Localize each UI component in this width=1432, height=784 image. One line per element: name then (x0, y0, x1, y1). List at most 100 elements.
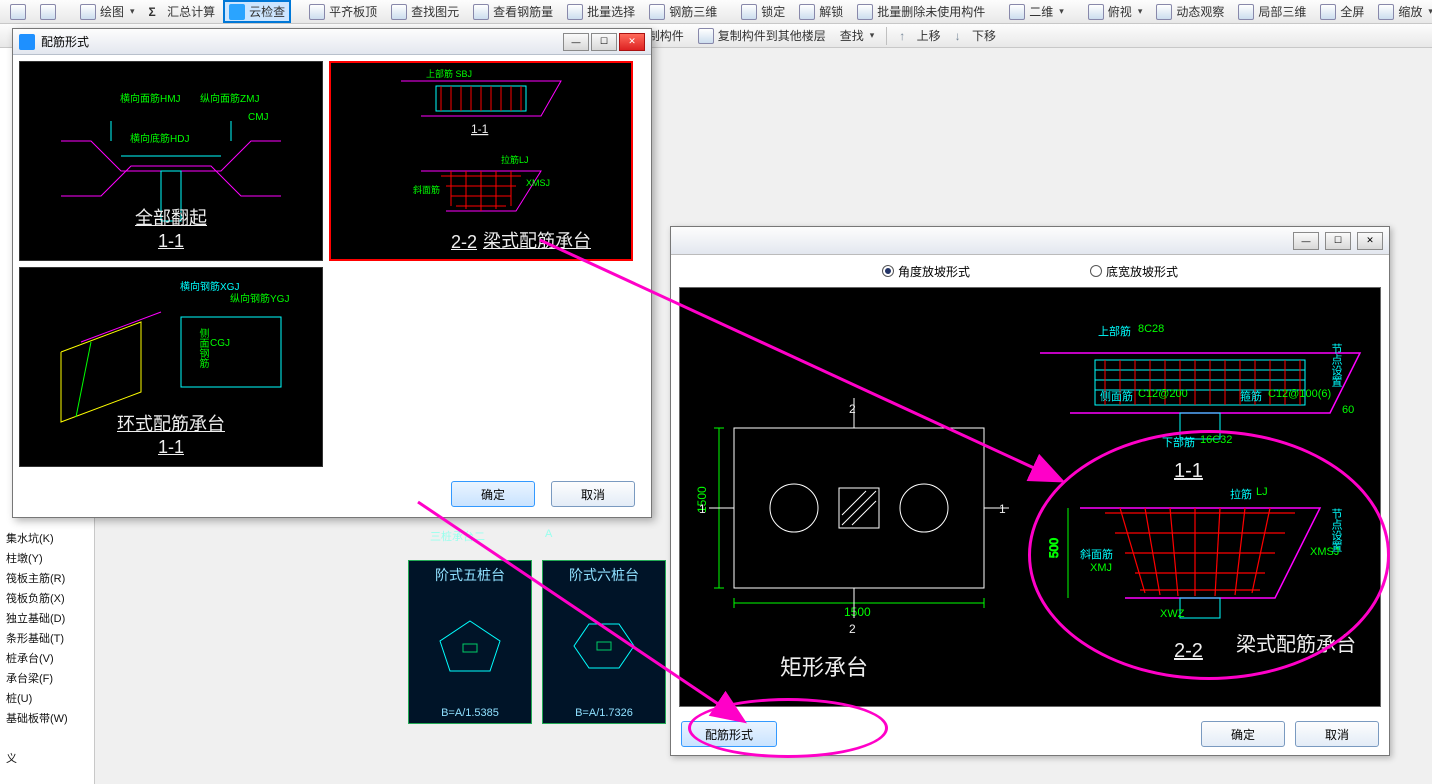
lock-icon (741, 4, 757, 20)
3d-icon (649, 4, 665, 20)
svg-text:1: 1 (699, 502, 706, 516)
value-stirrup[interactable]: C12@100(6) (1268, 388, 1331, 400)
tool-redo[interactable] (36, 3, 60, 21)
label-right-title: 梁式配筋承台 (1236, 628, 1356, 657)
tool-move-down[interactable]: ↓ 下移 (951, 26, 1000, 45)
find-icon (391, 4, 407, 20)
value-upper-bar[interactable]: 8C28 (1138, 323, 1164, 335)
close-button[interactable]: ✕ (619, 33, 645, 51)
tool-fullscreen[interactable]: 全屏 (1316, 2, 1368, 21)
tool-find[interactable]: 查找 (836, 26, 879, 45)
value-side-bar[interactable]: C12@200 (1138, 388, 1188, 400)
sidebar-item[interactable]: 条形基础(T) (0, 628, 94, 648)
thumb-option-1[interactable]: 横向面筋HMJ 纵向面筋ZMJ 横向底筋HDJ CMJ 全部翻起 1-1 (19, 61, 323, 261)
value-lower-bar[interactable]: 16C32 (1200, 434, 1232, 446)
mini-bottom: B=A/1.7326 (575, 707, 633, 719)
redo-icon (40, 4, 56, 20)
sidebar-item[interactable]: 筏板主筋(R) (0, 568, 94, 588)
tool-zoom[interactable]: 缩放 (1374, 2, 1432, 21)
tool-orbit[interactable]: 动态观察 (1152, 2, 1228, 21)
radio-angle-slope[interactable]: 角度放坡形式 (882, 263, 970, 280)
sidebar-item[interactable]: 独立基础(D) (0, 608, 94, 628)
zoom-icon (1378, 4, 1394, 20)
tool-find-element[interactable]: 查找图元 (387, 2, 463, 21)
maximize-button[interactable]: ☐ (1325, 232, 1351, 250)
tool-rebar-3d[interactable]: 钢筋三维 (645, 2, 721, 21)
ok-button[interactable]: 确定 (451, 481, 535, 507)
sidebar-item[interactable]: 柱墩(Y) (0, 548, 94, 568)
cloud-icon (229, 4, 245, 20)
minimize-button[interactable]: — (1293, 232, 1319, 250)
value-tie[interactable]: LJ (1256, 486, 1268, 498)
label-stirrup: 箍筋 (1240, 388, 1262, 404)
svg-text:1-1: 1-1 (471, 122, 489, 136)
tool-local-3d[interactable]: 局部三维 (1234, 2, 1310, 21)
value-xwz[interactable]: XWZ (1160, 608, 1184, 620)
minimize-button[interactable]: — (563, 33, 589, 51)
tool-lock[interactable]: 锁定 (737, 2, 789, 21)
cancel-button[interactable]: 取消 (551, 481, 635, 507)
thumb-cap-bot: 2-2 (451, 232, 477, 253)
radio-off-icon (1090, 265, 1102, 277)
2d-icon (1009, 4, 1025, 20)
label-node-setting[interactable]: 节点设置 (1328, 343, 1344, 387)
tool-top-view[interactable]: 俯视 (1084, 2, 1147, 21)
svg-text:2: 2 (849, 622, 856, 636)
label-tie: 拉筋 (1230, 486, 1252, 502)
mini-thumb-6pile[interactable]: 阶式六桩台 B=A/1.7326 (542, 560, 666, 724)
ok-button[interactable]: 确定 (1201, 721, 1285, 747)
draw-icon (80, 4, 96, 20)
sidebar-item[interactable]: 集水坑(K) (0, 528, 94, 548)
detail-canvas: 1500 1500 2 2 1 1 矩形承台 (679, 287, 1381, 707)
sidebar-item[interactable]: 桩(U) (0, 688, 94, 708)
cancel-button[interactable]: 取消 (1295, 721, 1379, 747)
value-xmsj[interactable]: XMSJ (1310, 546, 1339, 558)
thumb-cap-top: 环式配筋承台 (117, 410, 225, 436)
slope-options: 角度放坡形式 底宽放坡形式 (671, 255, 1389, 283)
fullscreen-icon (1320, 4, 1336, 20)
tool-level-top[interactable]: 平齐板顶 (305, 2, 381, 21)
thumb-option-3[interactable]: 横向钢筋XGJ 纵向钢筋YGJ 侧面钢筋 CGJ 环式配筋承台 1-1 (19, 267, 323, 467)
value-xmj[interactable]: XMJ (1090, 562, 1112, 574)
tool-batch-select[interactable]: 批量选择 (563, 2, 639, 21)
close-button[interactable]: ✕ (1357, 232, 1383, 250)
thumb-gallery: 横向面筋HMJ 纵向面筋ZMJ 横向底筋HDJ CMJ 全部翻起 1-1 1-1… (13, 55, 651, 473)
sidebar-item[interactable]: 筏板负筋(X) (0, 588, 94, 608)
label-lower-bar: 下部筋 (1162, 434, 1195, 450)
thumb-option-2[interactable]: 1-1 上部筋 SBJ 拉筋LJ XMSJ 斜面筋 梁式配筋承台 2-2 (329, 61, 633, 261)
tool-copy-to-floor[interactable]: 复制构件到其他楼层 (694, 26, 830, 45)
mini-upper-caption: A (545, 528, 552, 544)
sidebar-item[interactable]: 义 (0, 748, 94, 768)
label-section-1-1: 1-1 (1174, 460, 1203, 483)
tool-undo[interactable] (6, 3, 30, 21)
config-rebar-button[interactable]: 配筋形式 (681, 721, 777, 747)
thumb-cap-bot: 1-1 (158, 231, 184, 252)
tool-view-rebar[interactable]: 查看钢筋量 (469, 2, 557, 21)
tool-move-up[interactable]: ↑ 上移 (895, 26, 944, 45)
maximize-button[interactable]: ☐ (591, 33, 617, 51)
dialog-titlebar[interactable]: 配筋形式 — ☐ ✕ (13, 29, 651, 55)
radio-width-slope[interactable]: 底宽放坡形式 (1090, 263, 1178, 280)
delete-icon (857, 4, 873, 20)
value-dim-60: 60 (1342, 404, 1354, 416)
sidebar-item[interactable]: 基础板带(W) (0, 708, 94, 728)
tool-2d[interactable]: 二维 (1005, 2, 1068, 21)
mini-thumb-5pile[interactable]: 阶式五桩台 B=A/1.5385 (408, 560, 532, 724)
radio-on-icon (882, 265, 894, 277)
tool-draw[interactable]: 绘图 (76, 2, 139, 21)
cap-detail-panel: — ☐ ✕ 角度放坡形式 底宽放坡形式 1500 1500 2 2 1 1 (670, 226, 1390, 756)
label-section-2-2: 2-2 (1174, 640, 1203, 663)
rebar-form-dialog: 配筋形式 — ☐ ✕ 横向面筋HMJ 纵向面筋ZMJ 横向底筋HDJ CMJ 全… (12, 28, 652, 518)
tool-cloud-check[interactable]: 云检查 (225, 2, 289, 21)
sidebar-item[interactable]: 桩承台(V) (0, 648, 94, 668)
tool-unlock[interactable]: 解锁 (795, 2, 847, 21)
level-icon (309, 4, 325, 20)
svg-text:1500: 1500 (844, 605, 871, 619)
tool-batch-del-unused[interactable]: 批量删除未使用构件 (853, 2, 989, 21)
tool-sum[interactable]: Σ 汇总计算 (145, 2, 220, 21)
panel-titlebar[interactable]: — ☐ ✕ (671, 227, 1389, 255)
mini-title: 阶式五桩台 (435, 565, 505, 585)
sidebar-item[interactable]: 承台梁(F) (0, 668, 94, 688)
label-side-bar: 侧面筋 (1100, 388, 1133, 404)
label-oblique: 斜面筋 (1080, 546, 1113, 562)
